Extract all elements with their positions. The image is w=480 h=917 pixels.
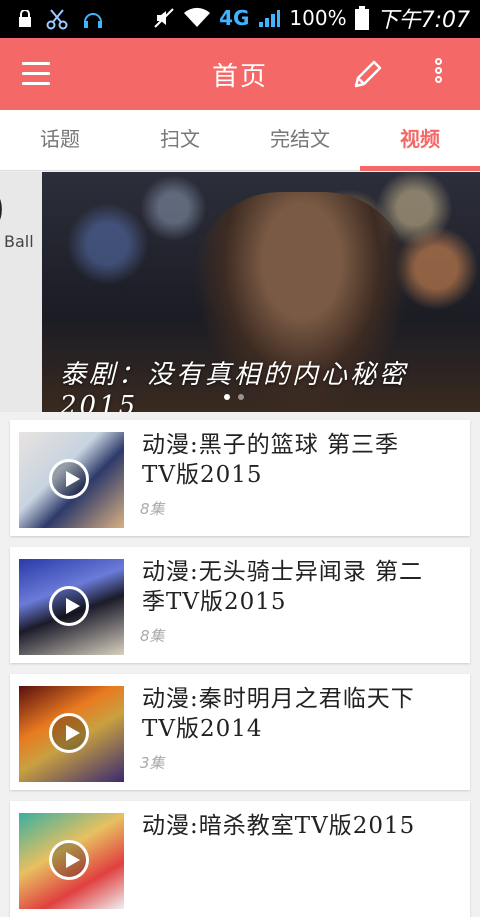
clock: 下午7:07 bbox=[376, 8, 470, 33]
edit-icon[interactable] bbox=[350, 58, 384, 92]
mute-icon bbox=[154, 8, 174, 28]
video-title: 动漫:无头骑士异闻录 第二季TV版2015 bbox=[142, 559, 424, 615]
wifi-icon bbox=[184, 7, 211, 27]
video-title: 动漫:黑子的篮球 第三季TV版2015 bbox=[142, 432, 400, 488]
lock-icon bbox=[19, 10, 31, 27]
episode-count: 3集 bbox=[140, 754, 165, 772]
headset-icon bbox=[84, 13, 102, 28]
video-thumbnail bbox=[19, 432, 124, 528]
network-type: 4G bbox=[219, 6, 250, 30]
tab-scan[interactable]: 扫文 bbox=[120, 110, 240, 170]
episode-count: 8集 bbox=[140, 500, 165, 518]
play-icon[interactable] bbox=[49, 459, 89, 499]
status-bar: 4G 100% 下午7:07 bbox=[0, 0, 480, 38]
carousel-dot bbox=[238, 394, 244, 400]
more-icon[interactable] bbox=[428, 58, 448, 92]
battery-percent: 100% bbox=[289, 6, 347, 30]
video-title: 动漫:秦时明月之君临天下TV版2014 bbox=[142, 686, 415, 742]
video-thumbnail bbox=[19, 813, 124, 909]
banner-carousel[interactable]: O Ball 泰剧：没有真相的内心秘密 2015 bbox=[0, 172, 480, 412]
page-title: 首页 bbox=[211, 62, 268, 92]
play-icon[interactable] bbox=[49, 713, 89, 753]
banner-prev-label: Ball bbox=[4, 232, 34, 251]
list-item[interactable]: 动漫:无头骑士异闻录 第二季TV版2015 8集 bbox=[10, 547, 470, 663]
carousel-dot bbox=[224, 394, 230, 400]
list-item[interactable]: 动漫:暗杀教室TV版2015 bbox=[10, 801, 470, 917]
episode-count: 8集 bbox=[140, 627, 165, 645]
play-icon[interactable] bbox=[49, 840, 89, 880]
tab-video[interactable]: 视频 bbox=[360, 110, 480, 171]
app-bar: 首页 bbox=[0, 38, 480, 110]
tab-topics[interactable]: 话题 bbox=[0, 110, 120, 170]
play-icon[interactable] bbox=[49, 586, 89, 626]
video-title: 动漫:暗杀教室TV版2015 bbox=[142, 813, 416, 839]
list-item[interactable]: 动漫:秦时明月之君临天下TV版2014 3集 bbox=[10, 674, 470, 790]
scissors-icon bbox=[46, 9, 68, 30]
battery-icon bbox=[354, 6, 369, 30]
video-thumbnail bbox=[19, 559, 124, 655]
list-item[interactable]: 动漫:黑子的篮球 第三季TV版2015 8集 bbox=[10, 420, 470, 536]
tab-bar: 话题 扫文 完结文 视频 bbox=[0, 110, 480, 171]
banner-caption: 泰剧：没有真相的内心秘密 2015 bbox=[60, 360, 409, 412]
video-thumbnail bbox=[19, 686, 124, 782]
tab-completed[interactable]: 完结文 bbox=[240, 110, 360, 170]
banner-prev-slide[interactable]: O Ball bbox=[0, 172, 42, 412]
signal-icon bbox=[259, 10, 281, 27]
